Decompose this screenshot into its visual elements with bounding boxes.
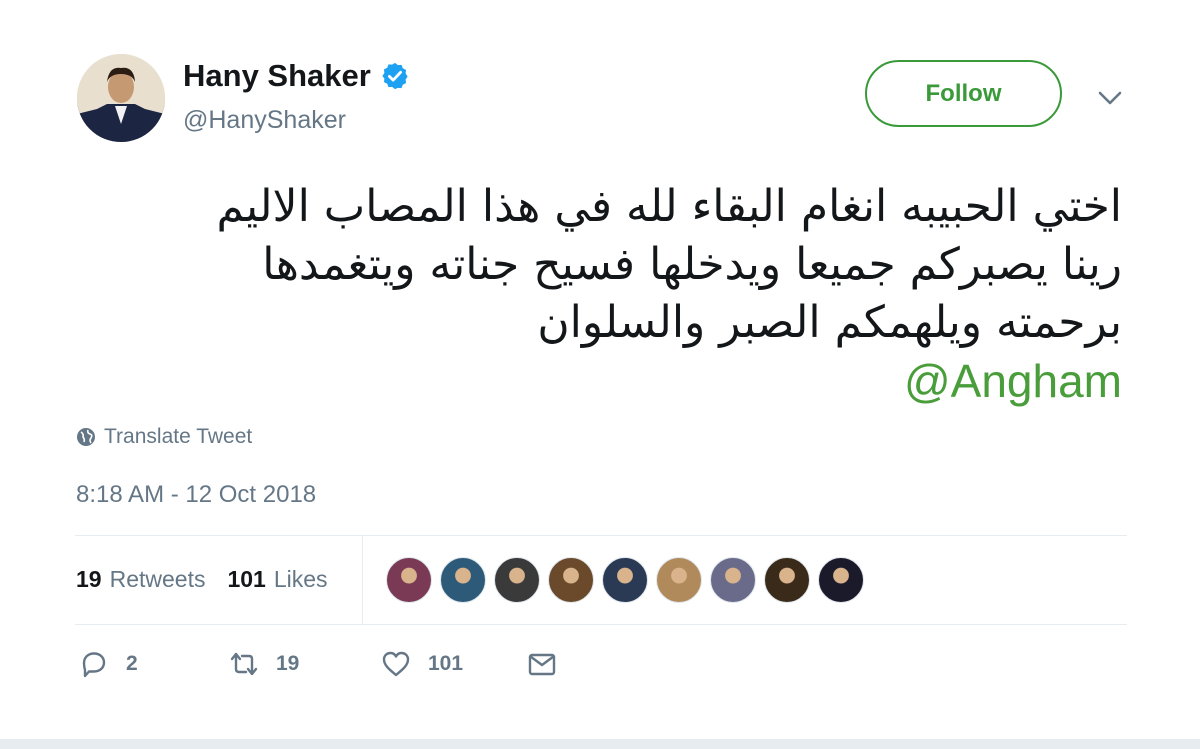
liker-avatars — [386, 557, 872, 603]
likes-count: 101 — [227, 566, 266, 592]
direct-message-button[interactable] — [526, 648, 558, 680]
user-name-row: Hany Shaker — [183, 58, 410, 94]
likes-label: Likes — [273, 566, 328, 592]
tweet-text-line: برحمته ويلهمكم الصبر والسلوان — [537, 297, 1122, 348]
liker-avatar[interactable] — [818, 557, 864, 603]
divider — [75, 624, 1127, 625]
reply-count: 2 — [126, 652, 138, 675]
reply-icon — [82, 652, 106, 678]
envelope-icon — [528, 653, 556, 676]
retweet-count: 19 — [276, 652, 300, 675]
page-footer-strip — [0, 739, 1200, 749]
globe-icon — [77, 428, 95, 446]
liker-avatar[interactable] — [602, 557, 648, 603]
tweet-timestamp[interactable]: 8:18 AM - 12 Oct 2018 — [76, 481, 316, 509]
display-name[interactable]: Hany Shaker — [183, 58, 371, 94]
tweet-text-line: رينا يصبركم جميعا ويدخلها فسيح جناته ويت… — [262, 239, 1122, 290]
heart-icon — [382, 651, 410, 677]
verified-badge-icon — [382, 62, 408, 90]
liker-avatar[interactable] — [494, 557, 540, 603]
tweet-text: اختي الحبيبه انغام البقاء لله في هذا الم… — [60, 178, 1122, 410]
liker-avatar[interactable] — [548, 557, 594, 603]
avatar[interactable] — [77, 54, 165, 142]
mention-link[interactable]: @Angham — [60, 352, 1122, 410]
like-count: 101 — [428, 652, 464, 675]
reply-button[interactable]: 2 — [78, 648, 228, 680]
liker-avatar[interactable] — [764, 557, 810, 603]
retweets-label: Retweets — [109, 566, 206, 592]
tweet-actions: 2 19 101 — [78, 648, 558, 680]
follow-button[interactable]: Follow — [865, 60, 1062, 127]
likes-stat[interactable]: 101 Likes — [227, 566, 327, 593]
like-button[interactable]: 101 — [380, 648, 526, 680]
retweets-count: 19 — [76, 566, 102, 592]
liker-avatar[interactable] — [710, 557, 756, 603]
translate-tweet-link[interactable]: Translate Tweet — [76, 425, 252, 449]
tweet-stats: 19 Retweets 101 Likes — [76, 566, 328, 593]
tweet-text-line: اختي الحبيبه انغام البقاء لله في هذا الم… — [216, 181, 1122, 232]
liker-avatar[interactable] — [386, 557, 432, 603]
retweets-stat[interactable]: 19 Retweets — [76, 566, 205, 593]
liker-avatar[interactable] — [440, 557, 486, 603]
translate-label: Translate Tweet — [104, 425, 253, 448]
tweet-card: Hany Shaker @HanyShaker Follow اختي الحب… — [0, 0, 1200, 749]
retweet-icon — [230, 652, 258, 676]
stats-divider — [362, 536, 363, 624]
liker-avatar[interactable] — [656, 557, 702, 603]
retweet-button[interactable]: 19 — [228, 648, 380, 680]
divider — [75, 535, 1127, 536]
chevron-down-icon[interactable] — [1094, 84, 1126, 112]
avatar-image — [77, 54, 165, 142]
user-handle[interactable]: @HanyShaker — [183, 106, 346, 135]
